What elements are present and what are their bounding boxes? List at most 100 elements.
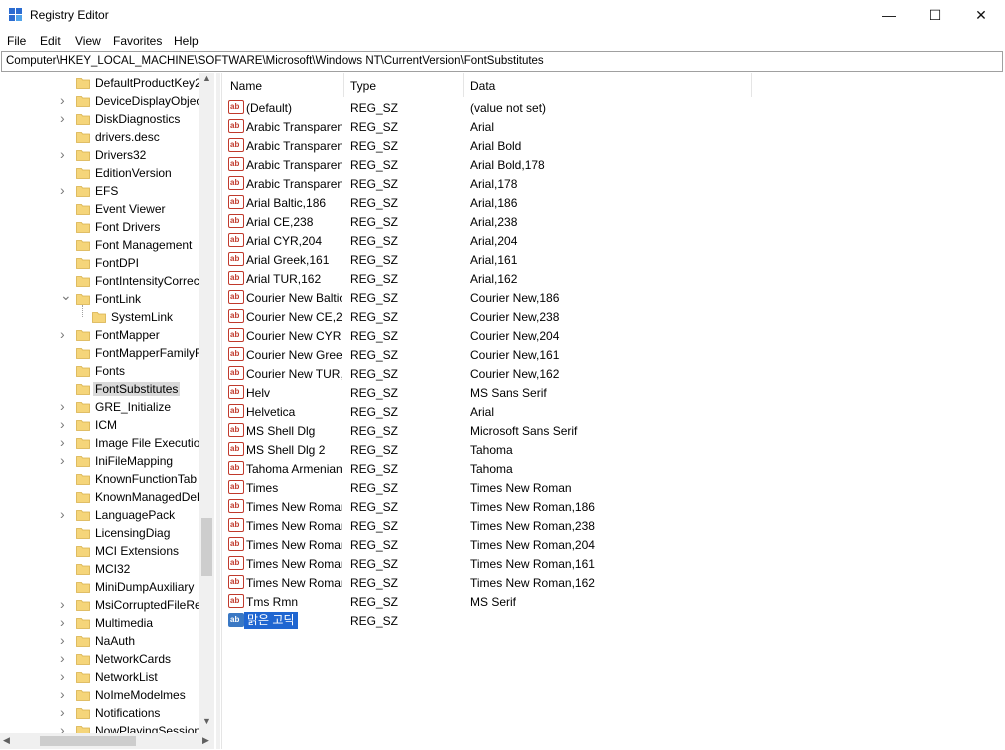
- menu-help[interactable]: Help: [174, 34, 199, 48]
- chevron-right-icon[interactable]: ›: [60, 506, 70, 522]
- list-row[interactable]: ab Arial CYR,204 REG_SZ Arial,204: [222, 231, 1004, 250]
- tree-item[interactable]: EditionVersion: [0, 164, 200, 182]
- chevron-right-icon[interactable]: ›: [60, 596, 70, 612]
- column-divider[interactable]: [463, 73, 464, 97]
- tree-vertical-scrollbar[interactable]: ▲ ▼: [199, 73, 214, 733]
- chevron-right-icon[interactable]: ›: [60, 146, 70, 162]
- tree-item[interactable]: › GRE_Initialize: [0, 398, 200, 416]
- tree-item[interactable]: SystemLink: [0, 308, 200, 326]
- tree-item[interactable]: drivers.desc: [0, 128, 200, 146]
- tree-item[interactable]: › ICM: [0, 416, 200, 434]
- maximize-button[interactable]: ☐: [912, 0, 958, 30]
- address-bar[interactable]: Computer\HKEY_LOCAL_MACHINE\SOFTWARE\Mic…: [1, 51, 1003, 72]
- list-row[interactable]: ab (Default) REG_SZ (value not set): [222, 98, 1004, 117]
- chevron-right-icon[interactable]: ›: [60, 722, 70, 733]
- list-row[interactable]: abCourier New CE,238 REG_SZ Courier New,23…: [222, 307, 1004, 326]
- tree-item[interactable]: KnownManagedDel: [0, 488, 200, 506]
- tree-item[interactable]: FontMapperFamilyF: [0, 344, 200, 362]
- list-row[interactable]: ab Arial Greek,161 REG_SZ Arial,161: [222, 250, 1004, 269]
- tree-item[interactable]: LicensingDiag: [0, 524, 200, 542]
- column-header-data[interactable]: Data: [470, 79, 495, 93]
- scroll-up-icon[interactable]: ▲: [202, 73, 211, 83]
- tree-item[interactable]: Font Drivers: [0, 218, 200, 236]
- chevron-right-icon[interactable]: ›: [60, 92, 70, 108]
- column-divider[interactable]: [751, 73, 752, 97]
- tree-item[interactable]: MCI32: [0, 560, 200, 578]
- tree-item[interactable]: FontIntensityCorrec: [0, 272, 200, 290]
- tree-item[interactable]: FontSubstitutes: [0, 380, 200, 398]
- chevron-right-icon[interactable]: ›: [60, 434, 70, 450]
- list-row[interactable]: abArabic Transparent Bold REG_SZ Arial Bol…: [222, 136, 1004, 155]
- tree-item[interactable]: MCI Extensions: [0, 542, 200, 560]
- list-row[interactable]: abCourier New Baltic,186 REG_SZ Courier Ne…: [222, 288, 1004, 307]
- chevron-right-icon[interactable]: ›: [60, 686, 70, 702]
- chevron-right-icon[interactable]: ›: [60, 650, 70, 666]
- list-row[interactable]: ab Tms Rmn REG_SZ MS Serif: [222, 592, 1004, 611]
- chevron-right-icon[interactable]: ›: [60, 182, 70, 198]
- chevron-right-icon[interactable]: ›: [60, 326, 70, 342]
- tree-item[interactable]: › Drivers32: [0, 146, 200, 164]
- chevron-right-icon[interactable]: ›: [60, 398, 70, 414]
- tree-item[interactable]: Font Management: [0, 236, 200, 254]
- list-row[interactable]: abArabic Transparent,0 REG_SZ Arial,178: [222, 174, 1004, 193]
- list-row[interactable]: ab Times REG_SZ Times New Roman: [222, 478, 1004, 497]
- chevron-right-icon[interactable]: ›: [60, 668, 70, 684]
- list-row[interactable]: abTimes New Roman TUR,162 REG_SZ Times New…: [222, 573, 1004, 592]
- list-row[interactable]: ab 맑은 고딕 REG_SZ: [222, 611, 1004, 630]
- chevron-right-icon[interactable]: ›: [60, 614, 70, 630]
- list-row[interactable]: ab Arabic Transparent REG_SZ Arial: [222, 117, 1004, 136]
- menu-file[interactable]: File: [7, 34, 26, 48]
- chevron-right-icon[interactable]: ›: [60, 452, 70, 468]
- tree-horizontal-scroll-thumb[interactable]: [40, 736, 136, 746]
- list-row[interactable]: ab MS Shell Dlg 2 REG_SZ Tahoma: [222, 440, 1004, 459]
- tree-item[interactable]: › NowPlayingSession: [0, 722, 200, 733]
- list-row[interactable]: ab Tahoma Armenian REG_SZ Tahoma: [222, 459, 1004, 478]
- tree-item[interactable]: KnownFunctionTab: [0, 470, 200, 488]
- tree-item[interactable]: › IniFileMapping: [0, 452, 200, 470]
- list-row[interactable]: abTimes New Roman Greek,161 REG_SZ Times N…: [222, 554, 1004, 573]
- tree-item[interactable]: › DiskDiagnostics: [0, 110, 200, 128]
- list-row[interactable]: abCourier New Greek,161 REG_SZ Courier New…: [222, 345, 1004, 364]
- rename-value-input[interactable]: 맑은 고딕: [244, 612, 298, 629]
- chevron-right-icon[interactable]: ›: [60, 704, 70, 720]
- list-row[interactable]: abTimes New Roman CYR,204 REG_SZ Times New…: [222, 535, 1004, 554]
- close-button[interactable]: ✕: [958, 0, 1004, 30]
- scroll-left-icon[interactable]: ◀: [3, 735, 10, 746]
- tree-item[interactable]: Event Viewer: [0, 200, 200, 218]
- chevron-right-icon[interactable]: ›: [60, 110, 70, 126]
- menu-view[interactable]: View: [75, 34, 101, 48]
- list-row[interactable]: ab Arial CE,238 REG_SZ Arial,238: [222, 212, 1004, 231]
- tree-item[interactable]: › NaAuth: [0, 632, 200, 650]
- tree-vertical-scroll-thumb[interactable]: [201, 518, 212, 576]
- list-row[interactable]: ab Helv REG_SZ MS Sans Serif: [222, 383, 1004, 402]
- list-row[interactable]: abCourier New TUR,162 REG_SZ Courier New,1…: [222, 364, 1004, 383]
- chevron-right-icon[interactable]: ›: [60, 632, 70, 648]
- tree-item[interactable]: DefaultProductKey2: [0, 74, 200, 92]
- tree-item[interactable]: ⌄ FontLink: [0, 287, 200, 308]
- tree-item[interactable]: › EFS: [0, 182, 200, 200]
- tree-item[interactable]: › FontMapper: [0, 326, 200, 344]
- tree-item[interactable]: Fonts: [0, 362, 200, 380]
- list-row[interactable]: abTimes New Roman Baltic,186 REG_SZ Times …: [222, 497, 1004, 516]
- list-row[interactable]: ab MS Shell Dlg REG_SZ Microsoft Sans Serif: [222, 421, 1004, 440]
- chevron-down-icon[interactable]: ⌄: [60, 287, 72, 303]
- tree-item[interactable]: › NetworkList: [0, 668, 200, 686]
- scroll-right-icon[interactable]: ▶: [202, 735, 209, 746]
- list-row[interactable]: ab Arial TUR,162 REG_SZ Arial,162: [222, 269, 1004, 288]
- scroll-down-icon[interactable]: ▼: [202, 716, 211, 726]
- tree-item[interactable]: › Image File Executio: [0, 434, 200, 452]
- tree-item[interactable]: › DeviceDisplayObjec: [0, 92, 200, 110]
- list-row[interactable]: abArabic Transparent Bold,0 REG_SZ Arial B…: [222, 155, 1004, 174]
- tree-item[interactable]: › Multimedia: [0, 614, 200, 632]
- column-header-name[interactable]: Name: [230, 79, 262, 93]
- list-row[interactable]: abTimes New Roman CE,238 REG_SZ Times New …: [222, 516, 1004, 535]
- column-header-type[interactable]: Type: [350, 79, 376, 93]
- chevron-right-icon[interactable]: ›: [60, 416, 70, 432]
- list-row[interactable]: abCourier New CYR,204 REG_SZ Courier New,2…: [222, 326, 1004, 345]
- list-row[interactable]: ab Arial Baltic,186 REG_SZ Arial,186: [222, 193, 1004, 212]
- tree-item[interactable]: › Notifications: [0, 704, 200, 722]
- list-row[interactable]: ab Helvetica REG_SZ Arial: [222, 402, 1004, 421]
- tree-item[interactable]: › NetworkCards: [0, 650, 200, 668]
- menu-favorites[interactable]: Favorites: [113, 34, 162, 48]
- minimize-button[interactable]: —: [866, 0, 912, 30]
